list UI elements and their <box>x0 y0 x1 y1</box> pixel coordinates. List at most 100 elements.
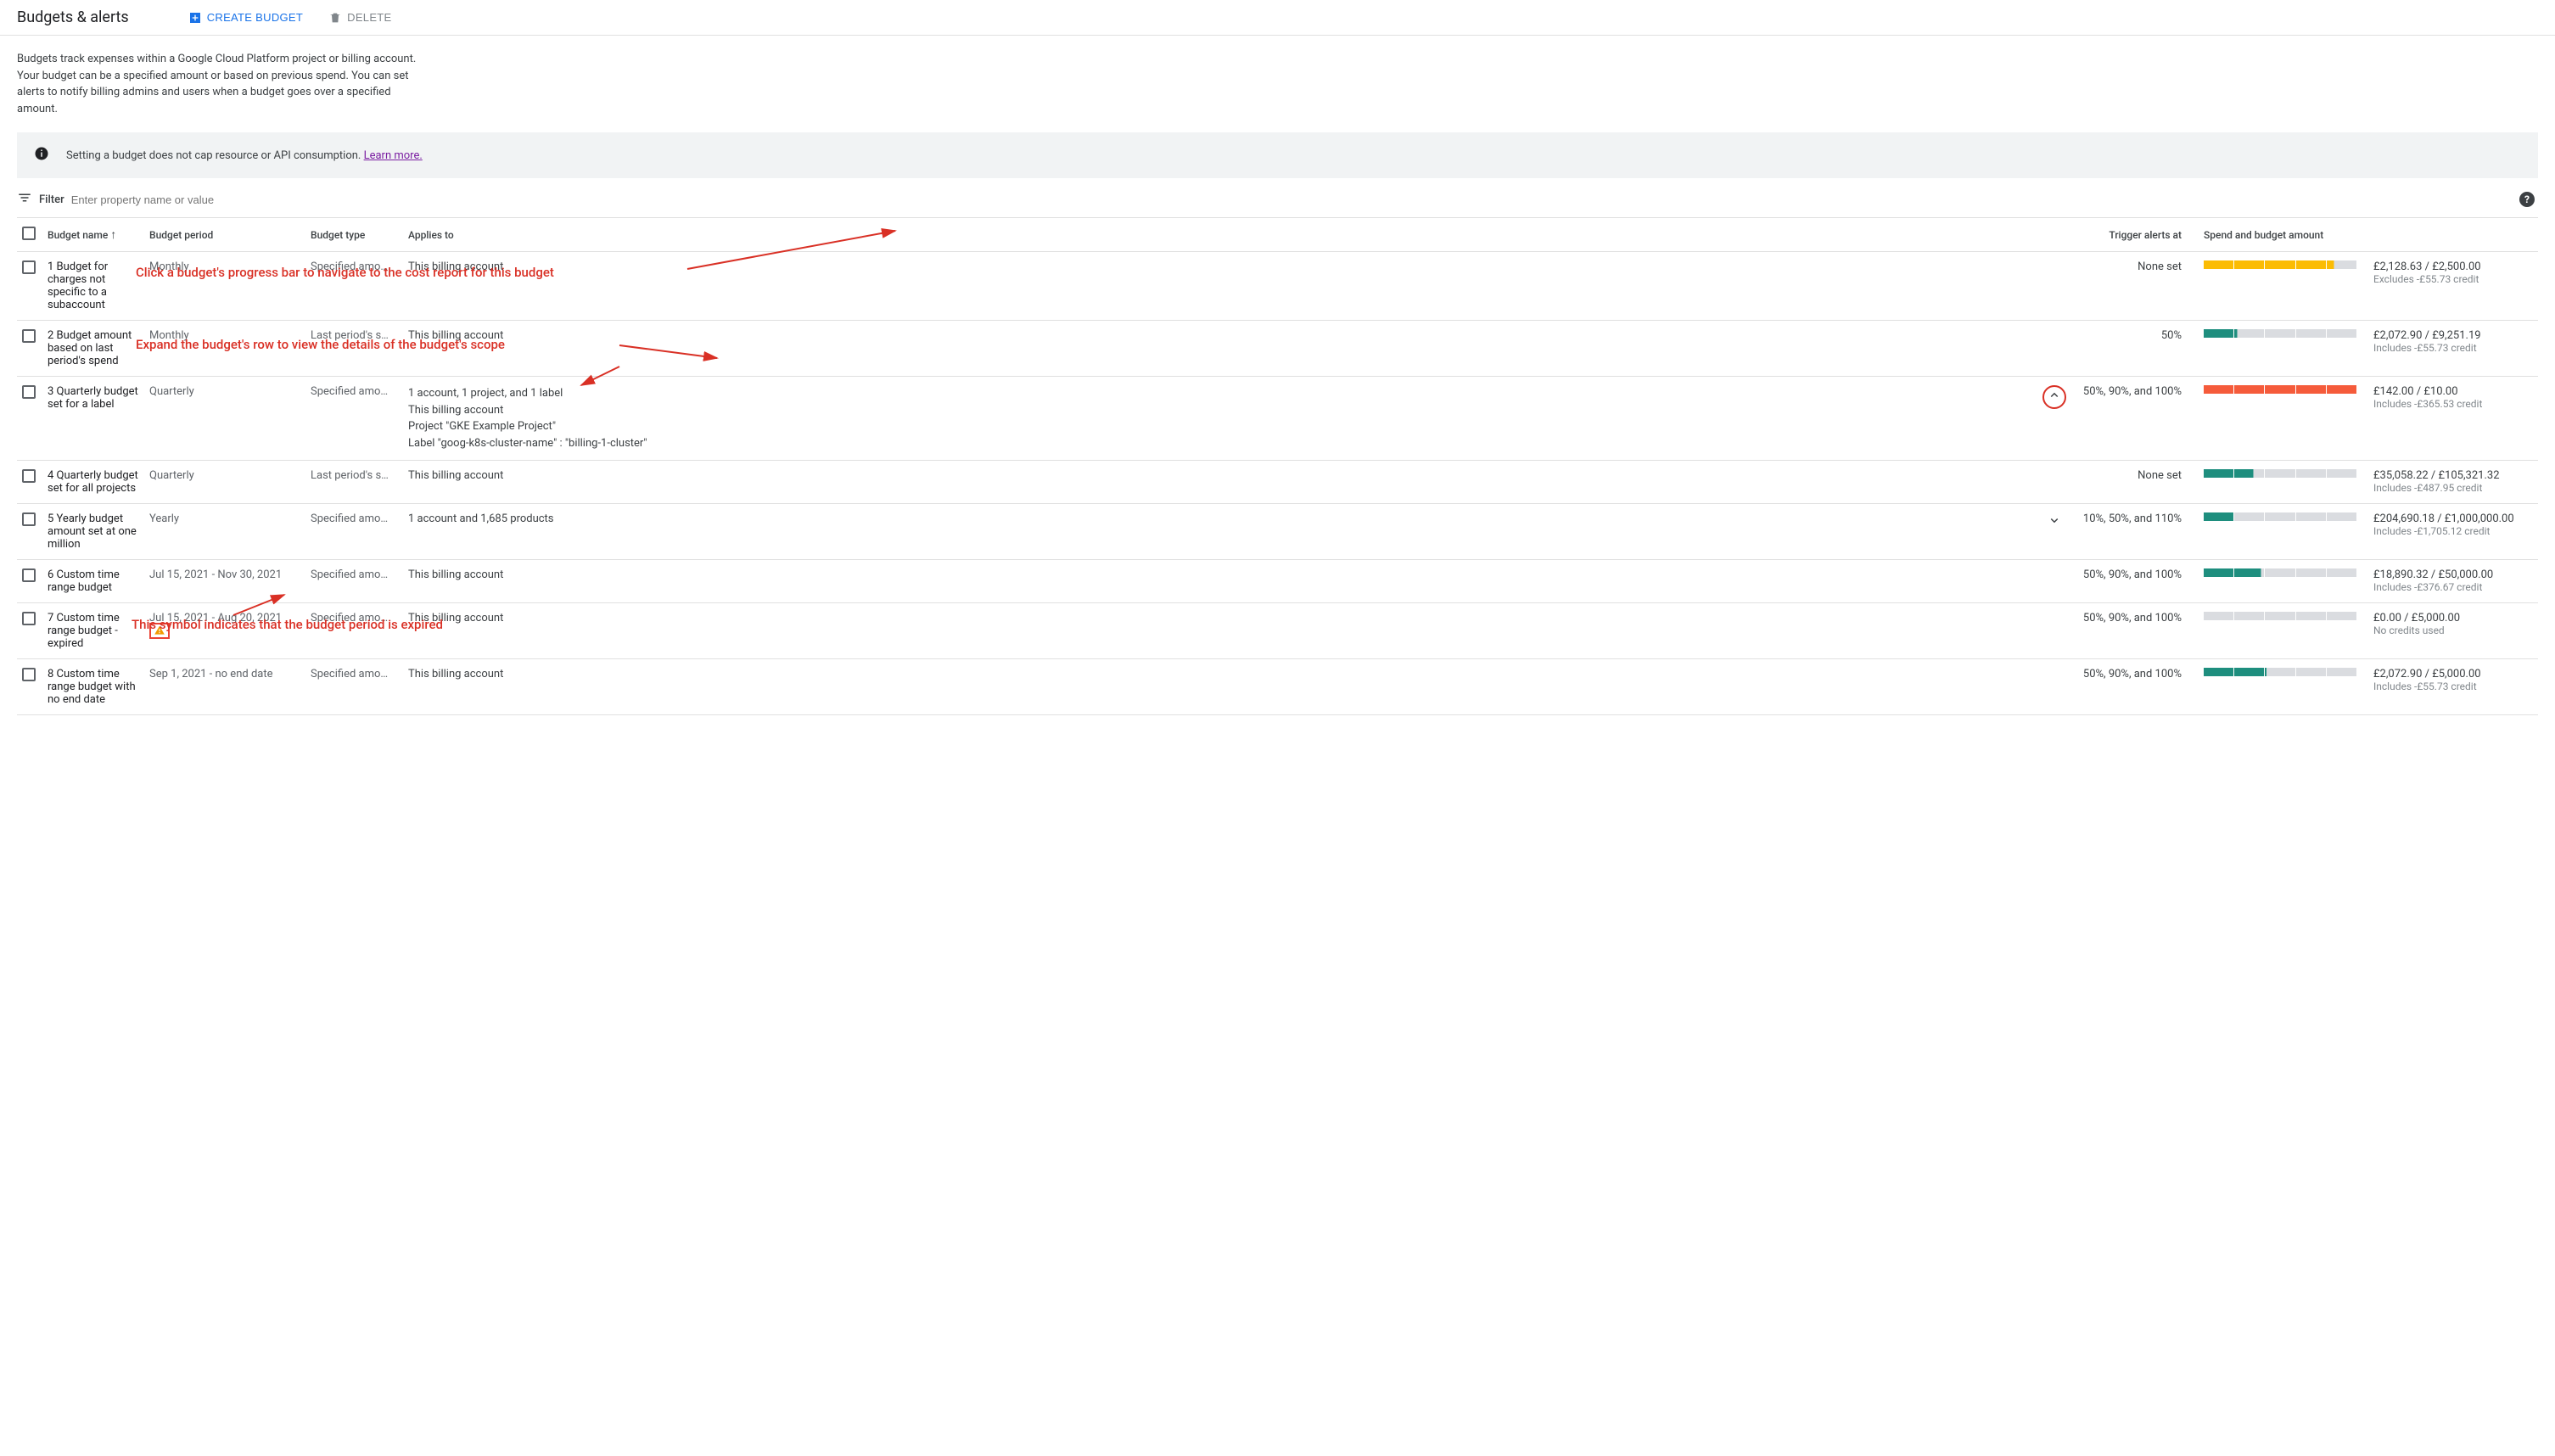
info-icon <box>34 146 49 165</box>
spend-amount: £142.00 / £10.00Includes -£365.53 credit <box>2368 377 2538 461</box>
applies-to: 1 account and 1,685 products <box>403 504 2037 560</box>
budget-name[interactable]: 5 Yearly budget amount set at one millio… <box>42 504 144 560</box>
delete-button[interactable]: DELETE <box>328 11 391 25</box>
trigger-alerts: None set <box>2071 252 2199 321</box>
col-applies-to[interactable]: Applies to <box>403 218 2037 252</box>
trigger-alerts: None set <box>2071 461 2199 504</box>
collapse-button[interactable] <box>2047 388 2062 407</box>
trigger-alerts: 50%, 90%, and 100% <box>2071 560 2199 603</box>
table-row[interactable]: 5 Yearly budget amount set at one millio… <box>17 504 2538 560</box>
col-spend[interactable]: Spend and budget amount <box>2199 218 2368 252</box>
budget-type: Last period's s… <box>305 461 403 504</box>
spend-amount: £0.00 / £5,000.00No credits used <box>2368 603 2538 659</box>
row-checkbox[interactable] <box>22 385 36 399</box>
progress-bar[interactable] <box>2204 260 2356 269</box>
intro-text: Budgets track expenses within a Google C… <box>17 51 433 117</box>
table-row[interactable]: 1 Budget for charges not specific to a s… <box>17 252 2538 321</box>
applies-to: This billing account <box>403 603 2037 659</box>
applies-to: This billing account <box>403 461 2037 504</box>
col-budget-type[interactable]: Budget type <box>305 218 403 252</box>
progress-bar[interactable] <box>2204 568 2356 577</box>
help-icon[interactable]: ? <box>2519 192 2535 207</box>
table-row[interactable]: 3 Quarterly budget set for a labelQuarte… <box>17 377 2538 461</box>
col-budget-name[interactable]: Budget name ↑ <box>42 218 144 252</box>
budget-period: Jul 15, 2021 - Aug 20, 2021 <box>144 603 305 659</box>
budget-name[interactable]: 1 Budget for charges not specific to a s… <box>42 252 144 321</box>
trigger-alerts: 50%, 90%, and 100% <box>2071 659 2199 715</box>
applies-to: This billing account <box>403 659 2037 715</box>
budget-period: Quarterly <box>144 461 305 504</box>
progress-bar[interactable] <box>2204 668 2356 676</box>
delete-label: DELETE <box>347 11 391 24</box>
banner-text: Setting a budget does not cap resource o… <box>66 149 423 162</box>
trigger-alerts: 10%, 50%, and 110% <box>2071 504 2199 560</box>
applies-to: This billing account <box>403 321 2037 377</box>
budget-type: Specified amo… <box>305 560 403 603</box>
row-checkbox[interactable] <box>22 260 36 274</box>
filter-icon <box>17 190 32 209</box>
create-budget-label: CREATE BUDGET <box>207 11 303 24</box>
budgets-table: Budget name ↑ Budget period Budget type … <box>17 217 2538 715</box>
row-checkbox[interactable] <box>22 568 36 582</box>
row-checkbox[interactable] <box>22 668 36 681</box>
budget-type: Specified amo… <box>305 504 403 560</box>
spend-amount: £2,128.63 / £2,500.00Excludes -£55.73 cr… <box>2368 252 2538 321</box>
table-row[interactable]: 2 Budget amount based on last period's s… <box>17 321 2538 377</box>
applies-to: This billing account <box>403 252 2037 321</box>
progress-bar[interactable] <box>2204 612 2356 620</box>
trigger-alerts: 50%, 90%, and 100% <box>2071 603 2199 659</box>
row-checkbox[interactable] <box>22 612 36 625</box>
page-title: Budgets & alerts <box>17 8 129 26</box>
page-header: Budgets & alerts CREATE BUDGET DELETE <box>0 0 2555 36</box>
filter-input[interactable] <box>71 193 2538 206</box>
spend-amount: £18,890.32 / £50,000.00Includes -£376.67… <box>2368 560 2538 603</box>
budget-name[interactable]: 4 Quarterly budget set for all projects <box>42 461 144 504</box>
budget-type: Specified amo… <box>305 252 403 321</box>
create-budget-button[interactable]: CREATE BUDGET <box>188 11 303 25</box>
spend-amount: £2,072.90 / £5,000.00Includes -£55.73 cr… <box>2368 659 2538 715</box>
table-row[interactable]: 8 Custom time range budget with no end d… <box>17 659 2538 715</box>
budget-name[interactable]: 6 Custom time range budget <box>42 560 144 603</box>
row-checkbox[interactable] <box>22 469 36 483</box>
table-row[interactable]: 4 Quarterly budget set for all projectsQ… <box>17 461 2538 504</box>
row-checkbox[interactable] <box>22 512 36 526</box>
sort-asc-icon: ↑ <box>110 228 116 242</box>
trigger-alerts: 50%, 90%, and 100% <box>2071 377 2199 461</box>
warning-icon <box>154 624 167 638</box>
trash-icon <box>328 11 342 25</box>
budget-name[interactable]: 7 Custom time range budget - expired <box>42 603 144 659</box>
progress-bar[interactable] <box>2204 469 2356 478</box>
progress-bar[interactable] <box>2204 329 2356 338</box>
select-all-checkbox[interactable] <box>22 227 36 240</box>
budget-period: Sep 1, 2021 - no end date <box>144 659 305 715</box>
budget-period: Monthly <box>144 252 305 321</box>
progress-bar[interactable] <box>2204 385 2356 394</box>
budget-type: Specified amo… <box>305 603 403 659</box>
budget-name[interactable]: 8 Custom time range budget with no end d… <box>42 659 144 715</box>
expand-button[interactable] <box>2047 512 2062 532</box>
spend-amount: £204,690.18 / £1,000,000.00Includes -£1,… <box>2368 504 2538 560</box>
spend-amount: £35,058.22 / £105,321.32Includes -£487.9… <box>2368 461 2538 504</box>
filter-label: Filter <box>39 193 64 206</box>
budget-period: Monthly <box>144 321 305 377</box>
learn-more-link[interactable]: Learn more. <box>364 149 423 162</box>
budget-name[interactable]: 2 Budget amount based on last period's s… <box>42 321 144 377</box>
info-banner: Setting a budget does not cap resource o… <box>17 132 2538 178</box>
spend-amount: £2,072.90 / £9,251.19Includes -£55.73 cr… <box>2368 321 2538 377</box>
table-row[interactable]: 6 Custom time range budgetJul 15, 2021 -… <box>17 560 2538 603</box>
trigger-alerts: 50% <box>2071 321 2199 377</box>
col-trigger-alerts[interactable]: Trigger alerts at <box>2071 218 2199 252</box>
row-checkbox[interactable] <box>22 329 36 343</box>
col-budget-period[interactable]: Budget period <box>144 218 305 252</box>
applies-to: 1 account, 1 project, and 1 labelThis bi… <box>403 377 2037 461</box>
budget-type: Last period's s… <box>305 321 403 377</box>
table-row[interactable]: 7 Custom time range budget - expiredJul … <box>17 603 2538 659</box>
budget-period: Quarterly <box>144 377 305 461</box>
applies-to: This billing account <box>403 560 2037 603</box>
progress-bar[interactable] <box>2204 512 2356 521</box>
plus-icon <box>188 11 202 25</box>
budget-period: Yearly <box>144 504 305 560</box>
budget-name[interactable]: 3 Quarterly budget set for a label <box>42 377 144 461</box>
budget-type: Specified amo… <box>305 377 403 461</box>
filter-bar: Filter ? <box>17 178 2538 217</box>
